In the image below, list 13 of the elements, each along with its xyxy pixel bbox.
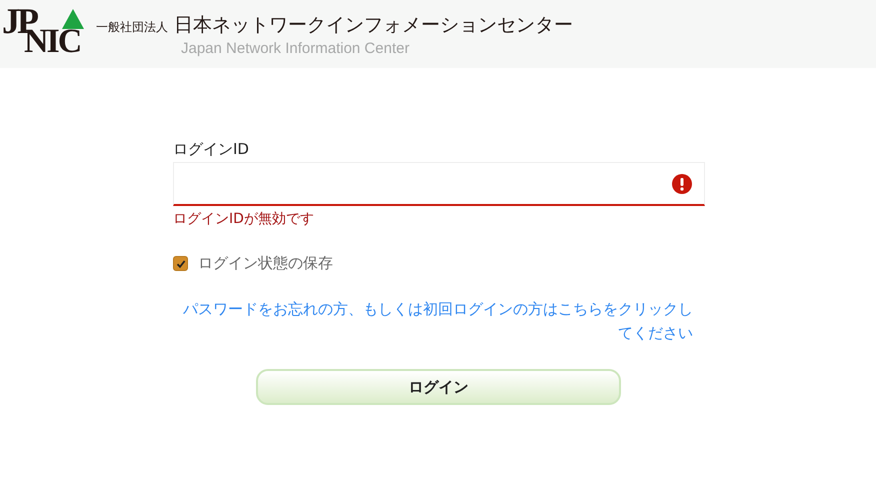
forgot-password-link[interactable]: パスワードをお忘れの方、もしくは初回ログインの方はこちらをクリックしてください: [173, 297, 693, 345]
error-message: ログインIDが無効です: [173, 210, 315, 229]
org-name-english: Japan Network Information Center: [181, 40, 410, 56]
check-icon: [176, 258, 186, 268]
field-label: ログインID: [173, 140, 250, 160]
checkbox-label: ログイン状態の保存: [198, 254, 333, 273]
org-type: 一般社団法人: [96, 18, 168, 36]
error-icon: [672, 174, 692, 194]
triangle-icon: [62, 9, 84, 29]
checkbox[interactable]: [173, 256, 188, 271]
org-name: 日本ネットワークインフォメーションセンター: [174, 12, 573, 38]
login-id-field[interactable]: [173, 162, 705, 206]
login-button[interactable]: ログイン: [256, 369, 621, 405]
